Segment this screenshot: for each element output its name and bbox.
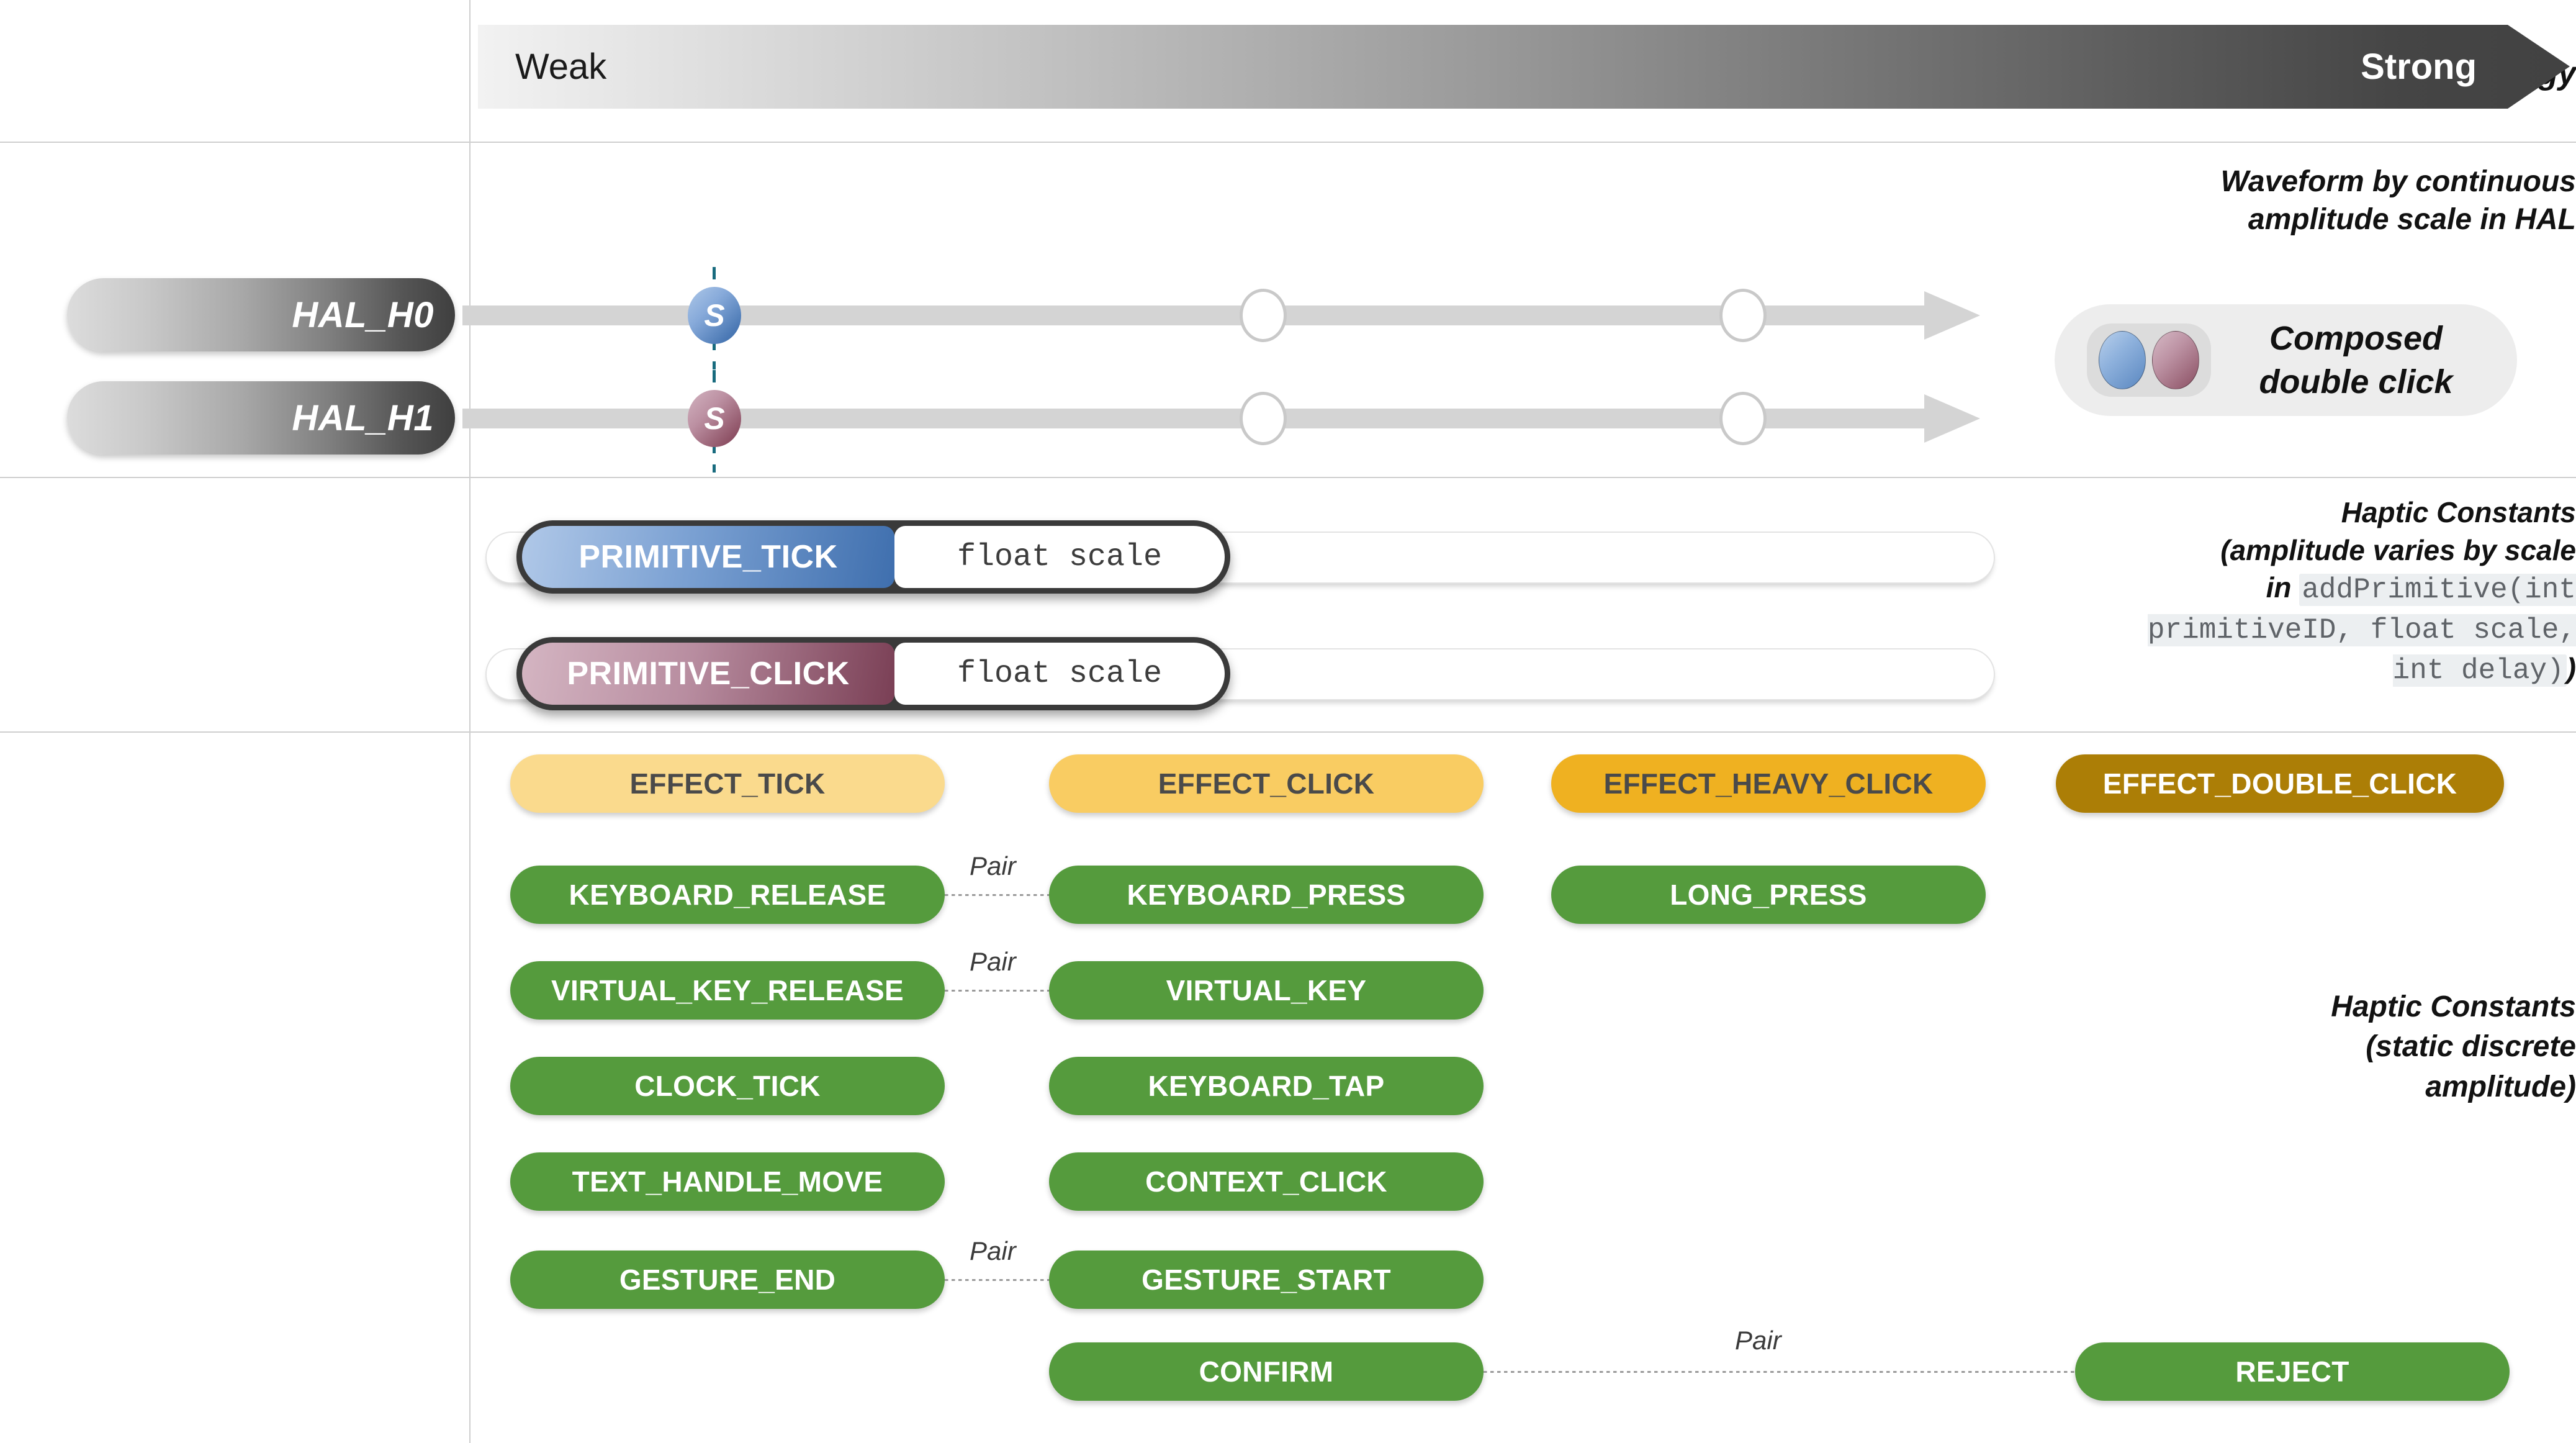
constant-keyboard-release-pill[interactable]: KEYBOARD_RELEASE: [510, 866, 945, 924]
constant-clock-tick-label: CLOCK_TICK: [634, 1070, 821, 1102]
constant-keyboard-tap-label: KEYBOARD_TAP: [1148, 1070, 1385, 1102]
label-static-constants: Haptic Constants (static discrete amplit…: [2119, 987, 2576, 1107]
effect-click-pill[interactable]: EFFECT_CLICK: [1049, 754, 1484, 813]
hal-h1-pill[interactable]: HAL_H1: [67, 381, 455, 455]
effect-tick-pill[interactable]: EFFECT_TICK: [510, 754, 945, 813]
hal-h1-node-2[interactable]: [1240, 392, 1287, 445]
constant-clock-tick-pill[interactable]: CLOCK_TICK: [510, 1057, 945, 1115]
composed-double-click-text: Composed double click: [2211, 317, 2517, 404]
constant-gesture-end-label: GESTURE_END: [619, 1264, 836, 1296]
pair-label-row1: Pair: [970, 851, 1016, 880]
constant-keyboard-release-label: KEYBOARD_RELEASE: [569, 879, 886, 911]
pair-link-row5: [945, 1279, 1049, 1281]
pair-link-row6: [1484, 1371, 2075, 1373]
hal-h0-node-2[interactable]: [1240, 289, 1287, 342]
hal-h1-node-3[interactable]: [1719, 392, 1767, 445]
constant-keyboard-tap-pill[interactable]: KEYBOARD_TAP: [1049, 1057, 1484, 1115]
section-divider-2: [0, 477, 2576, 478]
column-divider: [469, 0, 471, 1443]
label-primitives-in: in: [2266, 571, 2300, 604]
hal-h0-arrow-tip: [1924, 291, 1980, 340]
constant-reject-pill[interactable]: REJECT: [2075, 1342, 2510, 1401]
label-primitive-constants: Haptic Constants (amplitude varies by sc…: [2119, 494, 2576, 690]
composed-double-click-card[interactable]: Composed double click: [2055, 304, 2517, 416]
composed-line1: Composed: [2269, 319, 2443, 357]
label-primitives-code: addPrimitive(int primitiveID, float scal…: [2147, 574, 2576, 687]
constant-keyboard-press-label: KEYBOARD_PRESS: [1127, 879, 1406, 911]
primitive-click-param: float scale: [894, 643, 1225, 705]
pair-label-row6: Pair: [1735, 1326, 1781, 1355]
energy-weak-label: Weak: [515, 47, 607, 87]
section-divider-3: [0, 731, 2576, 733]
composed-dot-maroon-icon: [2152, 331, 2199, 389]
constant-text-handle-move-pill[interactable]: TEXT_HANDLE_MOVE: [510, 1152, 945, 1211]
energy-gradient-arrow: [478, 25, 2570, 109]
constant-context-click-pill[interactable]: CONTEXT_CLICK: [1049, 1152, 1484, 1211]
pair-label-row5: Pair: [970, 1236, 1016, 1265]
label-static-line1: Haptic Constants: [2331, 990, 2576, 1023]
effect-tick-label: EFFECT_TICK: [629, 767, 826, 800]
hal-h0-marker-label: S: [704, 298, 725, 333]
composed-line2: double click: [2259, 363, 2453, 400]
label-static-line3: amplitude): [2425, 1070, 2576, 1103]
constant-reject-label: REJECT: [2235, 1355, 2349, 1388]
effect-heavy-click-pill[interactable]: EFFECT_HEAVY_CLICK: [1551, 754, 1986, 813]
primitive-tick-name: PRIMITIVE_TICK: [522, 526, 894, 588]
hal-h1-label: HAL_H1: [292, 397, 434, 438]
effect-heavy-click-label: EFFECT_HEAVY_CLICK: [1603, 767, 1934, 800]
composed-double-click-icon: [2087, 323, 2211, 397]
constant-context-click-label: CONTEXT_CLICK: [1145, 1165, 1387, 1198]
hal-h0-pill[interactable]: HAL_H0: [67, 278, 455, 351]
constant-long-press-pill[interactable]: LONG_PRESS: [1551, 866, 1986, 924]
pair-link-row1: [945, 894, 1049, 896]
hal-h0-node-3[interactable]: [1719, 289, 1767, 342]
label-primitives-close-paren: ): [2566, 651, 2576, 684]
diagram-canvas: Conceptual energy Weak Strong Waveform b…: [0, 0, 2576, 1443]
constant-gesture-start-label: GESTURE_START: [1142, 1264, 1391, 1296]
constant-keyboard-press-pill[interactable]: KEYBOARD_PRESS: [1049, 866, 1484, 924]
composed-dot-blue-icon: [2099, 331, 2146, 389]
section-divider-1: [0, 142, 2576, 143]
hal-h1-marker-label: S: [704, 401, 725, 436]
hal-h1-arrow-tip: [1924, 394, 1980, 443]
effect-double-click-pill[interactable]: EFFECT_DOUBLE_CLICK: [2056, 754, 2504, 813]
primitive-click-name: PRIMITIVE_CLICK: [522, 643, 894, 705]
constant-gesture-end-pill[interactable]: GESTURE_END: [510, 1251, 945, 1309]
energy-strong-label: Strong: [2361, 47, 2477, 87]
pair-link-row2: [945, 990, 1049, 992]
label-waveform-line2: amplitude scale in HAL: [2248, 203, 2576, 237]
constant-long-press-label: LONG_PRESS: [1670, 879, 1867, 911]
hal-h0-label: HAL_H0: [292, 294, 434, 335]
constant-virtual-key-release-label: VIRTUAL_KEY_RELEASE: [551, 974, 904, 1006]
energy-arrow-banner: Weak Strong: [478, 25, 2570, 109]
constant-virtual-key-release-pill[interactable]: VIRTUAL_KEY_RELEASE: [510, 961, 945, 1020]
primitive-tick-thumb[interactable]: PRIMITIVE_TICK float scale: [516, 520, 1230, 594]
label-static-line2: (static discrete: [2366, 1030, 2576, 1064]
label-primitives-line1: Haptic Constants: [2341, 496, 2576, 528]
constant-text-handle-move-label: TEXT_HANDLE_MOVE: [572, 1165, 883, 1198]
pair-label-row2: Pair: [970, 947, 1016, 976]
effect-double-click-label: EFFECT_DOUBLE_CLICK: [2102, 767, 2457, 800]
constant-confirm-pill[interactable]: CONFIRM: [1049, 1342, 1484, 1401]
label-primitives-code-line: in addPrimitive(int primitiveID, float s…: [2119, 569, 2576, 689]
effect-click-label: EFFECT_CLICK: [1158, 767, 1375, 800]
label-primitives-line2: (amplitude varies by scale: [2220, 533, 2576, 566]
constant-confirm-label: CONFIRM: [1199, 1355, 1334, 1388]
constant-virtual-key-pill[interactable]: VIRTUAL_KEY: [1049, 961, 1484, 1020]
label-waveform-line1: Waveform by continuous: [2220, 165, 2576, 198]
constant-gesture-start-pill[interactable]: GESTURE_START: [1049, 1251, 1484, 1309]
label-waveform: Waveform by continuous amplitude scale i…: [2119, 163, 2576, 239]
constant-virtual-key-label: VIRTUAL_KEY: [1166, 974, 1367, 1006]
primitive-click-thumb[interactable]: PRIMITIVE_CLICK float scale: [516, 637, 1230, 710]
hal-h1-marker-s[interactable]: S: [688, 390, 741, 447]
hal-h0-marker-s[interactable]: S: [688, 287, 741, 344]
primitive-tick-param: float scale: [894, 526, 1225, 588]
